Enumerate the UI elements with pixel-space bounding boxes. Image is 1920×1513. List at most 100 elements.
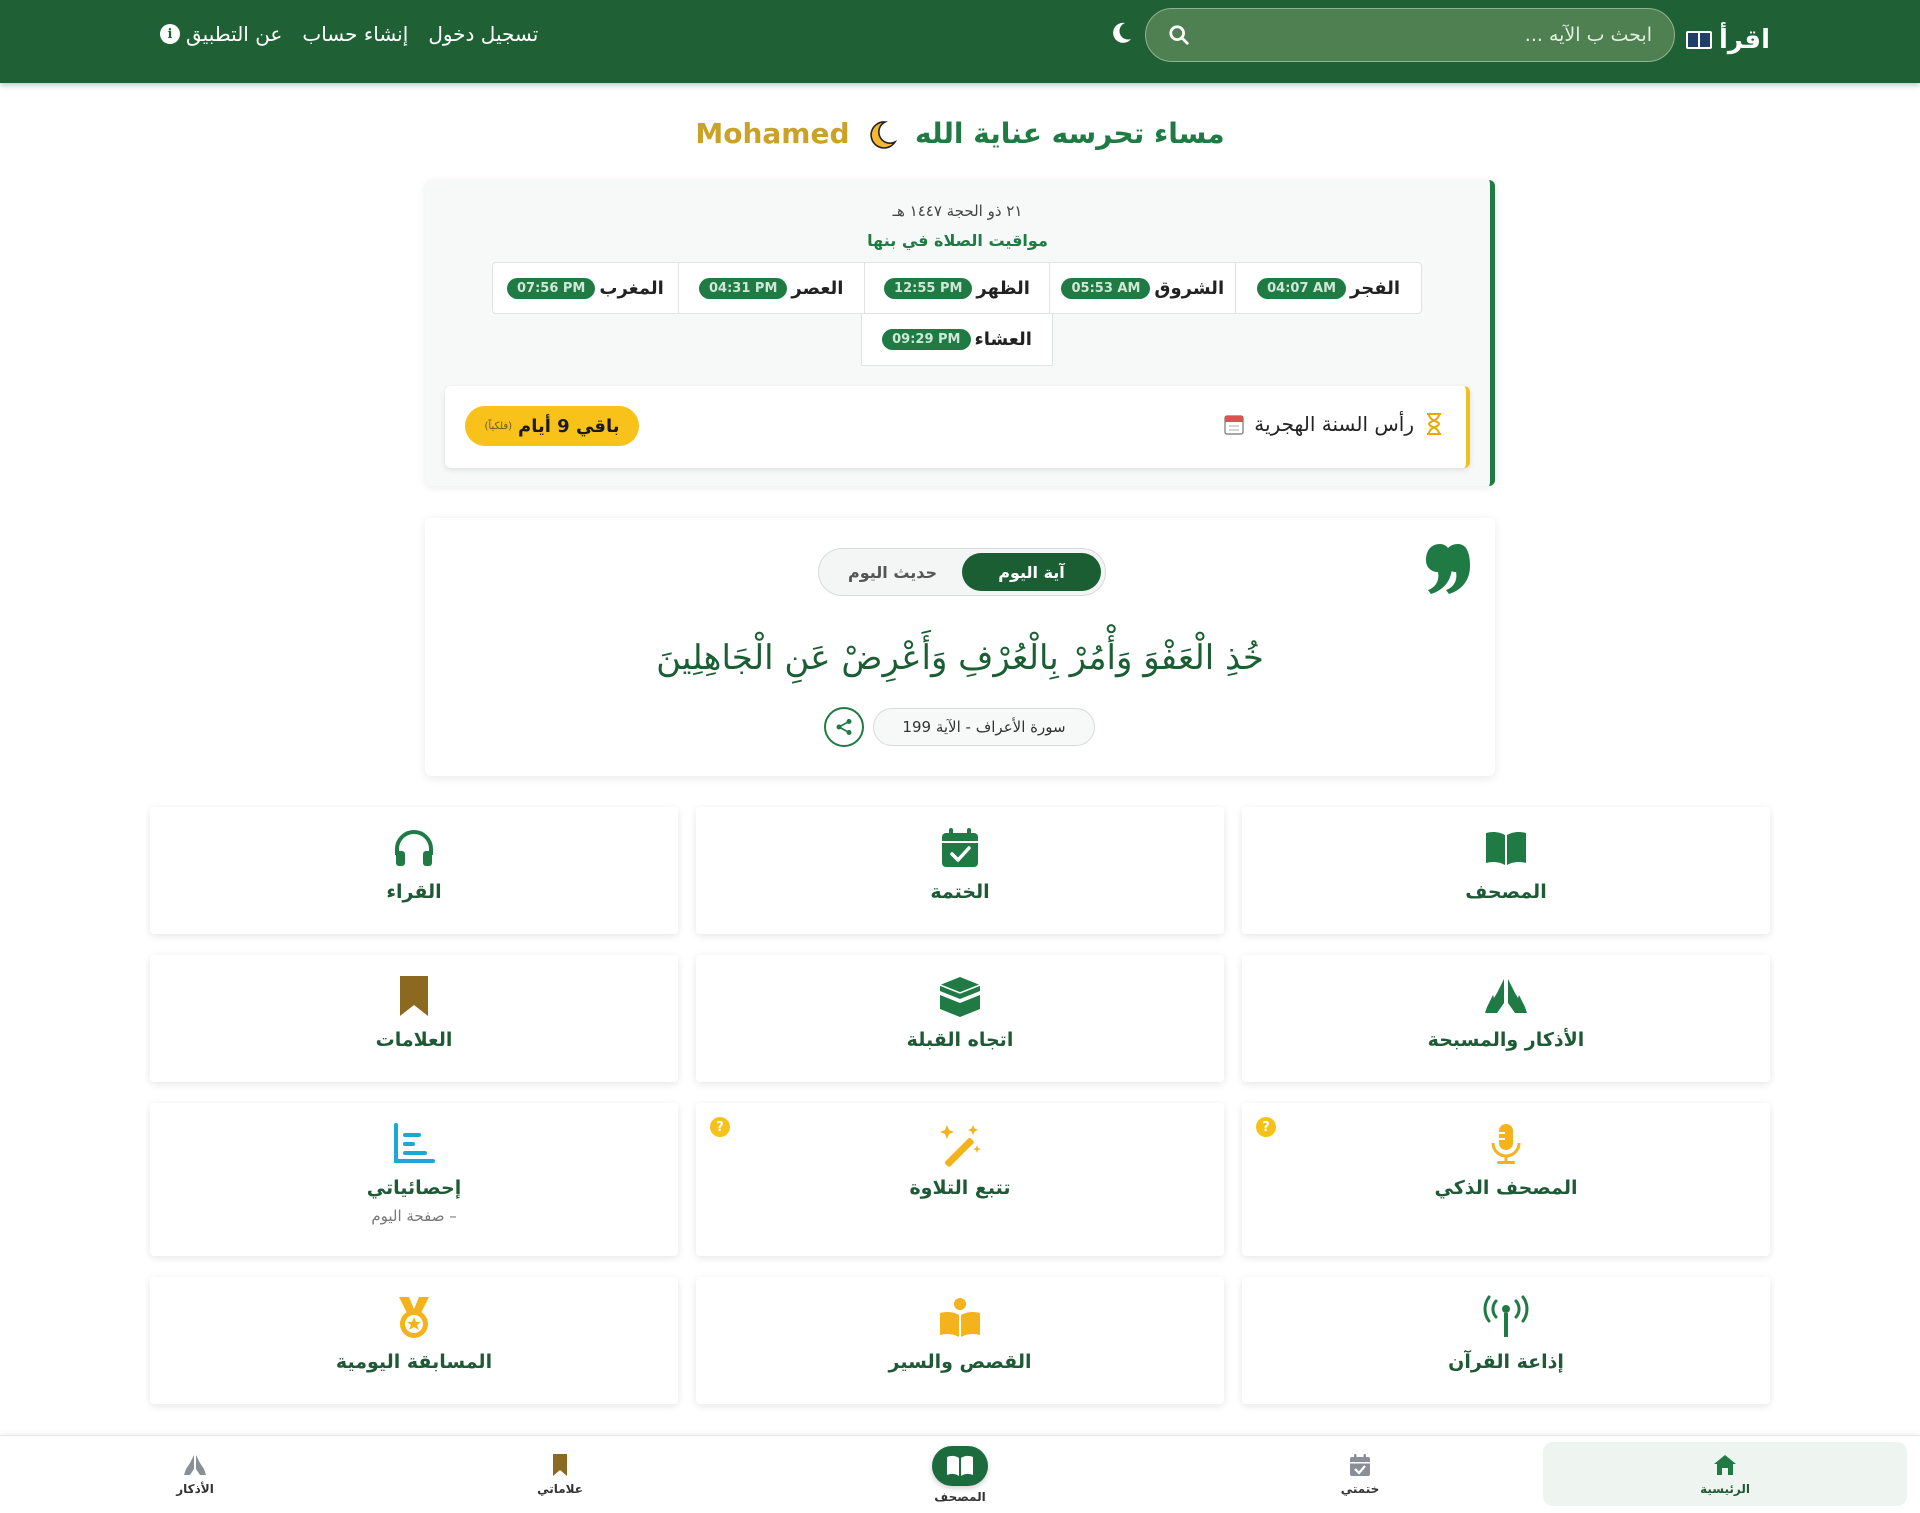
greeting-text: مساء تحرسه عناية الله [915,117,1225,150]
tile-label: العلامات [375,1029,453,1051]
bookmark-icon [400,976,428,1016]
prayer-name: العصر [791,277,844,299]
microphone-icon [1491,1124,1521,1164]
prayer-time: 05:53 AM [1061,277,1151,299]
countdown-label: رأس السنة الهجرية [1254,412,1414,436]
tile-label: القراء [386,881,442,903]
bottom-nav-azkar[interactable]: الأذكار [135,1446,255,1502]
tile-reciters[interactable]: القراء [150,807,678,934]
prayer-asr: العصر 04:31 PM [677,263,864,313]
prayer-dhuhr: الظهر 12:55 PM [863,263,1050,313]
prayer-name: المغرب [599,277,664,299]
prayer-name: العشاء [974,329,1032,350]
verse-of-day-card: آية اليوم حديث اليوم خُذِ الْعَفْوَ وَأْ… [425,518,1495,776]
bottom-nav-label: الرئيسية [1700,1482,1750,1496]
kaaba-icon [939,977,981,1017]
magic-wand-icon [940,1125,981,1167]
share-button[interactable] [824,707,864,747]
tile-bookmarks[interactable]: العلامات [150,955,678,1082]
radio-tower-icon [1483,1295,1529,1337]
tile-recitation-tracking[interactable]: ? تتبع التلاوة [696,1103,1224,1256]
calendar-icon [1224,415,1244,435]
tile-qibla[interactable]: اتجاه القبلة [696,955,1224,1082]
tab-hadith-of-day[interactable]: حديث اليوم [823,553,962,591]
prayer-city-label: مواقيت الصلاة في بنها [867,231,1048,250]
countdown-badge: باقي 9 أيام (فلكياً) [465,406,639,446]
verse-text: خُذِ الْعَفْوَ وَأْمُرْ بِالْعُرْفِ وَأَ… [656,638,1264,678]
about-label: عن التطبيق [186,22,283,46]
search-bar[interactable]: ابحث ب الآيه ... [1145,8,1675,62]
medal-icon [399,1297,429,1338]
dark-mode-moon-icon[interactable] [1108,20,1134,46]
crescent-moon-icon [870,121,898,149]
book-open-icon [947,1455,973,1476]
reader-icon [940,1298,980,1337]
book-icon [1685,31,1712,49]
prayer-isha: العشاء 09:29 PM [861,314,1053,366]
hijri-new-year-countdown: رأس السنة الهجرية باقي 9 أيام (فلكياً) [445,386,1470,468]
tile-smart-mushaf[interactable]: ? المصحف الذكي [1242,1103,1770,1256]
prayer-time: 07:56 PM [507,277,596,299]
bottom-nav-label: ختمتي [1340,1482,1380,1496]
verse-reference: سورة الأعراف - الآية 199 [873,708,1095,746]
search-input[interactable]: ابحث ب الآيه ... [1190,24,1652,46]
bottom-nav-mushaf[interactable]: المصحف [900,1442,1020,1508]
tile-azkar[interactable]: الأذكار والمسبحة [1242,955,1770,1082]
tile-label: المصحف [1465,881,1547,903]
info-icon: i [160,24,180,44]
tile-label: إذاعة القرآن [1448,1351,1564,1373]
mushaf-center-button [932,1446,988,1486]
bottom-nav-home[interactable]: الرئيسية [1543,1442,1907,1506]
tile-subtitle: – صفحة اليوم [371,1207,457,1225]
prayer-times-row: الفجر 04:07 AM الشروق 05:53 AM الظهر 12:… [492,262,1422,314]
home-icon [1714,1455,1736,1475]
prayer-shurooq: الشروق 05:53 AM [1049,263,1235,313]
hijri-date: ٢١ ذو الحجة ١٤٤٧ هـ [892,202,1023,220]
bottom-nav-khatma[interactable]: ختمتي [1300,1446,1420,1502]
prayer-time: 09:29 PM [882,329,971,350]
headphones-icon [395,830,433,866]
about-link[interactable]: عن التطبيق i [160,22,282,46]
register-link[interactable]: إنشاء حساب [302,22,408,46]
tile-label: الأذكار والمسبحة [1427,1029,1585,1051]
help-badge[interactable]: ? [1256,1117,1276,1137]
bookmark-icon [553,1454,567,1476]
prayer-fajr: الفجر 04:07 AM [1235,263,1421,313]
help-badge[interactable]: ? [710,1117,730,1137]
tile-stories[interactable]: القصص والسير [696,1277,1224,1404]
tile-label: المصحف الذكي [1434,1177,1578,1199]
tile-quran-radio[interactable]: إذاعة القرآن [1242,1277,1770,1404]
countdown-note: (فلكياً) [484,420,513,432]
prayer-time: 04:31 PM [699,277,788,299]
tile-label: القصص والسير [888,1351,1032,1373]
prayer-name: الشروق [1154,277,1225,299]
prayer-name: الفجر [1350,277,1401,299]
bottom-nav-label: علاماتي [537,1482,583,1496]
share-icon [836,719,852,735]
login-link[interactable]: تسجيل دخول [428,22,538,46]
prayer-name: الظهر [976,277,1030,299]
brand-name: اقرأ [1718,25,1770,55]
tile-label: تتبع التلاوة [909,1177,1011,1199]
search-icon[interactable] [1168,24,1190,46]
praying-hands-icon [184,1455,206,1475]
hourglass-icon [1427,413,1441,435]
user-name: Mohamed [695,117,850,150]
tile-daily-quiz[interactable]: المسابقة اليومية [150,1277,678,1404]
chart-icon [394,1123,435,1163]
verse-hadith-toggle[interactable]: آية اليوم حديث اليوم [818,548,1106,596]
tile-label: المسابقة اليومية [335,1351,493,1373]
brand-logo[interactable]: اقرأ [1685,18,1770,62]
tab-verse-of-day[interactable]: آية اليوم [962,553,1101,591]
tile-mushaf[interactable]: المصحف [1242,807,1770,934]
prayer-maghrib: المغرب 07:56 PM [493,263,678,313]
calendar-check-icon [942,828,978,867]
countdown-remaining: باقي 9 أيام [518,415,620,437]
countdown-title: رأس السنة الهجرية [1224,412,1444,436]
book-open-icon [1486,831,1526,865]
bottom-nav-bookmarks[interactable]: علاماتي [500,1446,620,1502]
prayer-times-card: ٢١ ذو الحجة ١٤٤٧ هـ مواقيت الصلاة في بنه… [425,180,1495,486]
top-bar: اقرأ ابحث ب الآيه ... تسجيل دخول إنشاء ح… [0,0,1920,83]
tile-statistics[interactable]: إحصائياتي – صفحة اليوم [150,1103,678,1256]
tile-khatma[interactable]: الختمة [696,807,1224,934]
